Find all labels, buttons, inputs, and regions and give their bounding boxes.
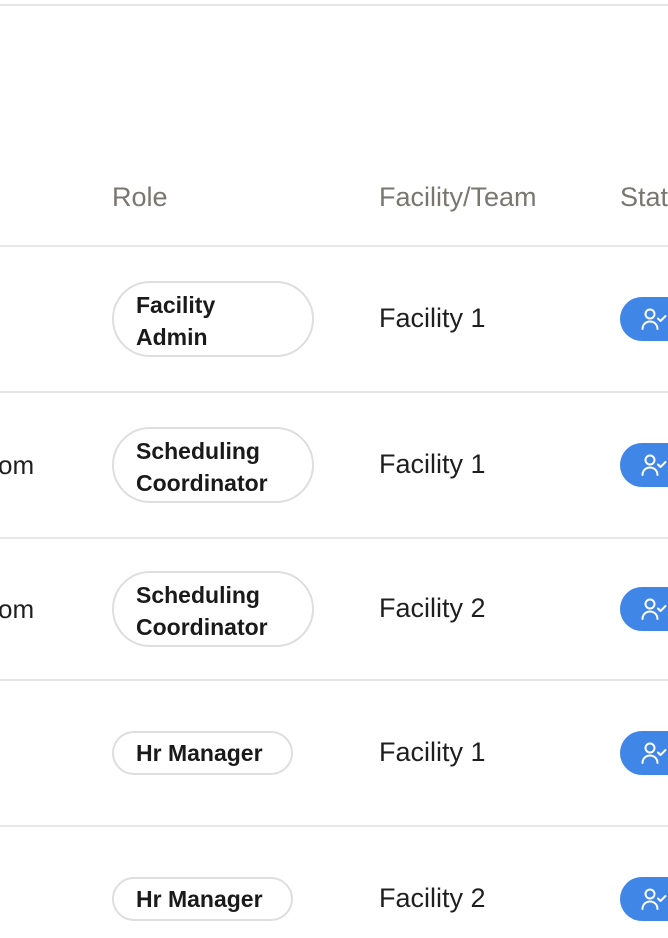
facility-cell: Facility 1: [379, 737, 486, 767]
users-table-page: Role Facility/Team Stat Facility Admin F…: [0, 0, 668, 938]
role-badge: Scheduling Coordinator: [112, 571, 314, 647]
table-row[interactable]: om Scheduling Coordinator Facility 1: [0, 393, 668, 537]
table-header: Role Facility/Team Stat: [0, 160, 668, 246]
email-cell: om: [0, 450, 35, 480]
user-check-icon: [641, 454, 667, 476]
facility-cell: Facility 1: [379, 449, 486, 479]
facility-cell: Facility 1: [379, 303, 486, 333]
user-check-icon: [641, 598, 667, 620]
column-header-status[interactable]: Stat: [620, 182, 668, 213]
status-badge[interactable]: [620, 877, 668, 921]
role-badge: Hr Manager: [112, 731, 293, 775]
status-badge[interactable]: [620, 587, 668, 631]
status-badge[interactable]: [620, 731, 668, 775]
table-row[interactable]: om Scheduling Coordinator Facility 2: [0, 539, 668, 679]
user-check-icon: [641, 888, 667, 910]
table-row[interactable]: Hr Manager Facility 1: [0, 681, 668, 825]
status-badge[interactable]: [620, 297, 668, 341]
role-badge: Facility Admin: [112, 281, 314, 357]
status-badge[interactable]: [620, 443, 668, 487]
role-badge: Scheduling Coordinator: [112, 427, 314, 503]
facility-cell: Facility 2: [379, 883, 486, 913]
table-row[interactable]: Hr Manager Facility 2: [0, 827, 668, 938]
facility-cell: Facility 2: [379, 593, 486, 623]
table-row[interactable]: Facility Admin Facility 1: [0, 247, 668, 391]
user-check-icon: [641, 308, 667, 330]
user-check-icon: [641, 742, 667, 764]
role-badge: Hr Manager: [112, 877, 293, 921]
column-header-facility-team[interactable]: Facility/Team: [379, 182, 537, 213]
email-cell: om: [0, 594, 35, 624]
column-header-role[interactable]: Role: [112, 182, 168, 213]
top-divider: [0, 4, 668, 6]
